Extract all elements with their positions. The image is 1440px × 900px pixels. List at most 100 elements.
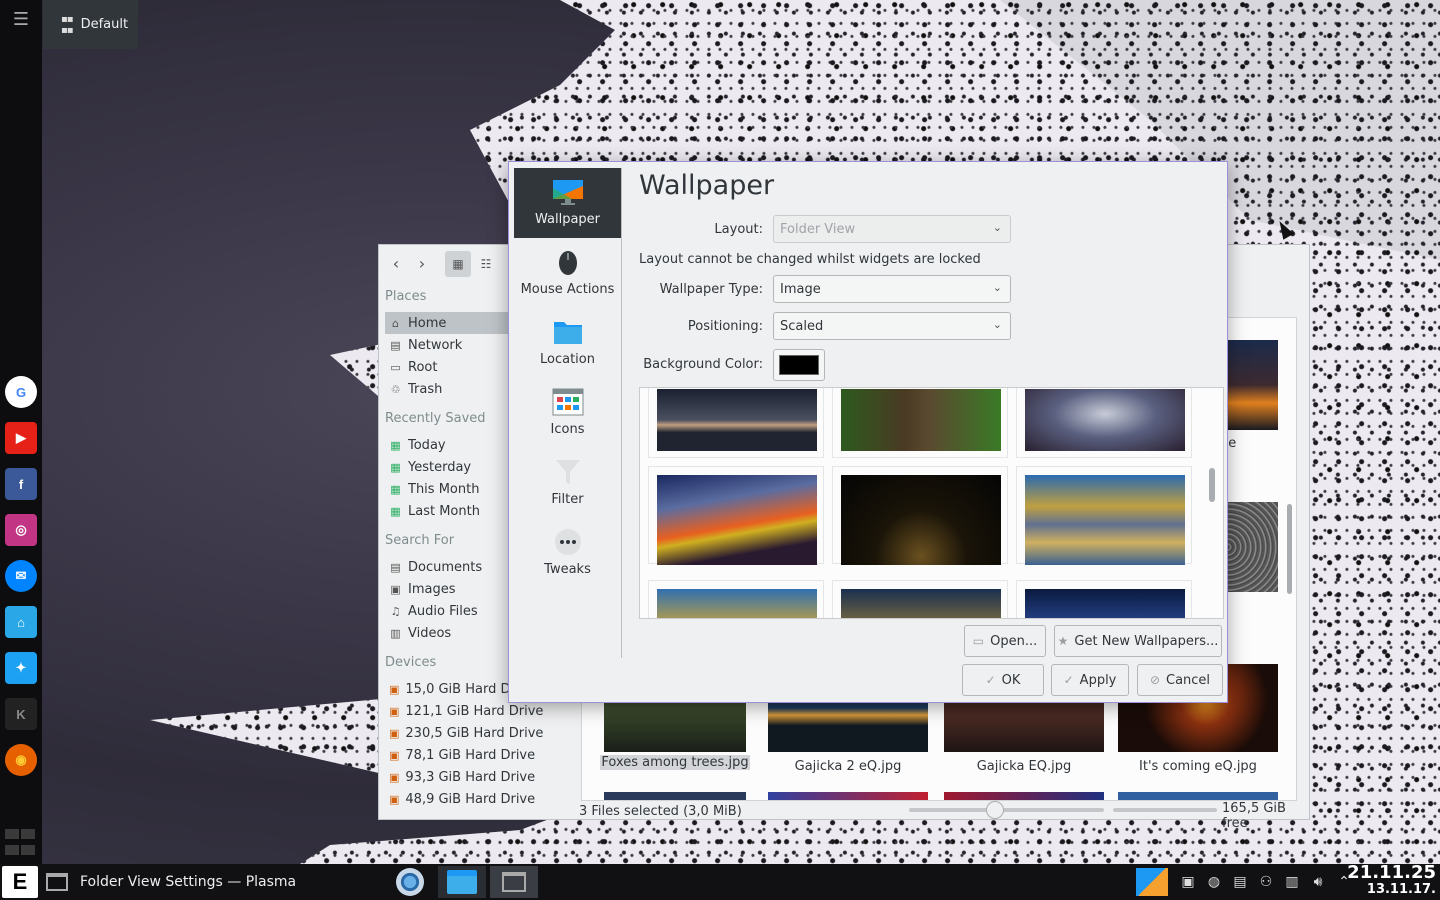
youtube-icon[interactable]: ▶ — [5, 422, 37, 454]
drive-icon: ▣ — [389, 770, 400, 784]
category-filter[interactable]: Filter — [514, 448, 621, 518]
zoom-slider[interactable] — [909, 808, 1104, 812]
user-tray-icon[interactable]: ⚇ — [1256, 872, 1276, 892]
wallpaper-grid[interactable] — [639, 387, 1224, 619]
firefox-icon[interactable]: ◉ — [5, 744, 37, 776]
clock[interactable]: 21.11.25 13.11.17. — [1347, 864, 1436, 898]
chromium-icon[interactable] — [386, 866, 434, 898]
mini-pager[interactable] — [4, 828, 38, 855]
category-location[interactable]: Location — [514, 308, 621, 378]
places-item[interactable]: ▣ 78,1 GiB Hard Drive — [385, 744, 535, 766]
file-thumbnail[interactable] — [768, 792, 928, 800]
google-icon[interactable]: G — [5, 376, 37, 408]
places-item[interactable]: ▦ Yesterday — [385, 456, 510, 478]
wallpaper-thumbnail[interactable] — [648, 466, 824, 565]
network-tray-icon[interactable]: ▤ — [1230, 872, 1250, 892]
file-view-scrollbar[interactable] — [1287, 504, 1292, 594]
details-view-icon[interactable]: ☷ — [473, 251, 499, 277]
window-icon — [46, 873, 68, 891]
places-item[interactable]: ▦ Last Month — [385, 500, 510, 522]
zoom-slider-handle[interactable] — [986, 801, 1004, 819]
mouse-icon — [558, 251, 577, 275]
place-icon: ▥ — [390, 626, 401, 640]
wallpaper-thumbnail[interactable] — [1016, 388, 1192, 458]
wallpaper-grid-scrollbar[interactable] — [1209, 468, 1215, 502]
activity-label: Default — [80, 17, 129, 32]
places-item[interactable]: ▣ 230,5 GiB Hard Drive — [385, 722, 543, 744]
wallpaper-thumbnail[interactable] — [1016, 580, 1192, 618]
places-item[interactable]: ▦ Today — [385, 434, 510, 456]
places-item[interactable]: ♫ Audio Files — [385, 600, 510, 622]
get-new-wallpapers-button[interactable]: ★ Get New Wallpapers... — [1054, 625, 1222, 657]
selection-status: 3 Files selected (3,0 MiB) — [579, 803, 742, 819]
taskbar: E Folder View Settings — Plasma ▣ ◍ ▤ ⚇ … — [0, 864, 1440, 900]
places-item[interactable]: ▣ 121,1 GiB Hard Drive — [385, 700, 543, 722]
facebook-icon[interactable]: f — [5, 468, 37, 500]
wallpaper-tray-icon[interactable] — [1136, 868, 1168, 896]
twitter-icon[interactable]: ✦ — [5, 652, 37, 684]
volume-icon[interactable]: 🔊︎ — [1308, 872, 1328, 892]
file-name[interactable]: It's coming eQ.jpg — [1113, 759, 1283, 774]
wallpaper-type-select[interactable]: Image ⌄ — [773, 275, 1011, 303]
kde-icon[interactable]: K — [5, 698, 37, 730]
category-icons[interactable]: Icons — [514, 378, 621, 448]
back-arrow-icon[interactable]: ‹ — [385, 253, 407, 275]
messenger-icon[interactable]: ✉ — [5, 560, 37, 592]
file-thumbnail[interactable] — [604, 792, 746, 800]
folder-view-settings-dialog: Wallpaper Mouse Actions Location Icons F… — [508, 161, 1228, 703]
category-tweaks[interactable]: Tweaks — [514, 518, 621, 588]
wallpaper-thumbnail[interactable] — [1016, 466, 1192, 565]
files-icon[interactable]: ⌂ — [5, 606, 37, 638]
places-item[interactable]: ▥ Videos — [385, 622, 510, 644]
places-item[interactable]: ▤ Network — [385, 334, 510, 356]
wallpaper-thumbnail[interactable] — [832, 466, 1008, 565]
wallpaper-thumbnail[interactable] — [832, 580, 1008, 618]
places-item[interactable]: ⌂ Home — [385, 312, 510, 334]
dolphin-icon[interactable] — [438, 866, 486, 898]
place-icon: ▦ — [390, 482, 401, 496]
places-item[interactable]: ▣ 93,3 GiB Hard Drive — [385, 766, 535, 788]
category-mouse-actions[interactable]: Mouse Actions — [514, 238, 621, 308]
app-launcher-bar: ☰ G ▶ f ◎ ✉ ⌂ ✦ K ◉ — [0, 0, 42, 864]
places-item[interactable]: ♲ Trash — [385, 378, 510, 400]
vpn-tray-icon[interactable]: ◍ — [1204, 872, 1224, 892]
image-tray-icon[interactable]: ▣ — [1178, 872, 1198, 892]
place-icon: ▤ — [390, 560, 401, 574]
places-item[interactable]: ▭ Root — [385, 356, 510, 378]
wallpaper-thumbnail[interactable] — [832, 388, 1008, 458]
positioning-select[interactable]: Scaled ⌄ — [773, 312, 1011, 340]
place-icon: ▦ — [390, 504, 401, 518]
file-thumbnail[interactable] — [944, 792, 1104, 800]
file-name[interactable]: Gajicka 2 eQ.jpg — [763, 759, 933, 774]
icons-grid-icon — [552, 388, 583, 416]
wallpaper-thumbnail[interactable] — [648, 580, 824, 618]
wallpaper-thumbnail[interactable] — [648, 388, 824, 458]
clipboard-tray-icon[interactable]: ▥ — [1282, 872, 1302, 892]
file-thumbnail[interactable] — [1118, 792, 1278, 800]
file-name[interactable]: Gajicka EQ.jpg — [939, 759, 1109, 774]
apply-button[interactable]: ✓ Apply — [1051, 664, 1129, 696]
places-item[interactable]: ▣ 48,9 GiB Hard Drive — [385, 788, 535, 810]
hamburger-menu-icon[interactable]: ☰ — [11, 10, 31, 30]
cancel-button[interactable]: ⊘ Cancel — [1137, 664, 1223, 696]
icons-view-icon[interactable]: ▦ — [445, 251, 471, 277]
background-color-button[interactable] — [773, 349, 825, 381]
places-panel: Places ⌂ Home ▤ Network ▭ Root ♲ Trash Recently S… — [379, 285, 543, 820]
application-menu-icon[interactable]: E — [2, 866, 38, 898]
forward-arrow-icon[interactable]: › — [411, 253, 433, 275]
places-item[interactable]: ▤ Documents — [385, 556, 510, 578]
file-name[interactable]: Foxes among trees.jpg — [600, 755, 750, 770]
places-item[interactable]: ▣ Images — [385, 578, 510, 600]
drive-icon: ▣ — [389, 682, 400, 696]
category-wallpaper[interactable]: Wallpaper — [514, 168, 621, 238]
settings-window-icon[interactable] — [490, 866, 538, 898]
drive-icon: ▣ — [389, 726, 400, 740]
place-icon: ▤ — [390, 338, 401, 352]
places-item[interactable]: ▦ This Month — [385, 478, 510, 500]
places-item[interactable]: ▣ 15,0 GiB Hard Dr — [385, 678, 516, 700]
instagram-icon[interactable]: ◎ — [5, 514, 37, 546]
activity-switcher[interactable]: ▪▪ ▪▪ Default — [43, 0, 138, 49]
open-button[interactable]: ▭ Open... — [964, 625, 1046, 657]
task-folder-view-settings[interactable]: Folder View Settings — Plasma — [46, 866, 296, 898]
ok-button[interactable]: ✓ OK — [962, 664, 1044, 696]
